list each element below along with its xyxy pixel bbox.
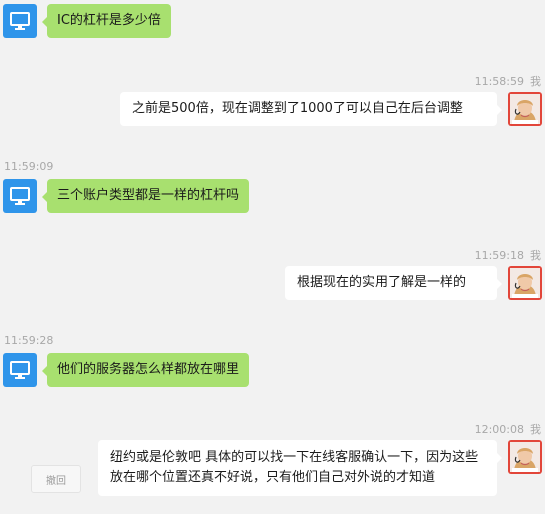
monitor-icon — [10, 12, 30, 30]
message-timestamp: 11:58:59 我 — [475, 73, 541, 89]
recall-button[interactable]: 撤回 — [31, 465, 81, 493]
message-text: IC的杠杆是多少倍 — [57, 13, 161, 28]
message-timestamp: 11:59:18 我 — [475, 247, 541, 263]
message-bubble-user[interactable]: 纽约或是伦敦吧 具体的可以找一下在线客服确认一下，因为这些放在哪个位置还真不好说… — [98, 440, 502, 496]
monitor-icon — [10, 361, 30, 379]
sender-name: 我 — [530, 423, 541, 436]
message-bubble-contact[interactable]: 他们的服务器怎么样都放在哪里 — [41, 353, 250, 387]
person-photo-icon — [508, 92, 542, 126]
message-bubble-user[interactable]: 之前是500倍，现在调整到了1000了可以自己在后台调整 — [120, 92, 502, 126]
monitor-icon — [10, 187, 30, 205]
message-text: 之前是500倍，现在调整到了1000了可以自己在后台调整 — [132, 101, 463, 116]
message-bubble-contact[interactable]: IC的杠杆是多少倍 — [42, 4, 171, 38]
message-text: 纽约或是伦敦吧 具体的可以找一下在线客服确认一下，因为这些放在哪个位置还真不好说… — [110, 450, 479, 485]
sender-name: 我 — [530, 75, 541, 88]
timestamp-time: 11:59:18 — [474, 249, 524, 262]
contact-avatar[interactable] — [3, 179, 37, 213]
timestamp-time: 12:00:08 — [474, 423, 524, 436]
user-avatar[interactable] — [508, 92, 542, 126]
message-text: 他们的服务器怎么样都放在哪里 — [57, 362, 240, 377]
sender-name: 我 — [530, 249, 541, 262]
person-photo-icon — [508, 266, 542, 300]
user-avatar[interactable] — [508, 266, 542, 300]
contact-avatar[interactable] — [3, 353, 37, 387]
timestamp-time: 11:58:59 — [474, 75, 524, 88]
contact-avatar[interactable] — [3, 4, 37, 38]
message-bubble-user[interactable]: 根据现在的实用了解是一样的 — [285, 266, 502, 300]
person-photo-icon — [508, 440, 542, 474]
message-timestamp: 11:59:09 — [4, 160, 54, 173]
message-timestamp: 11:59:28 — [4, 334, 54, 347]
message-text: 根据现在的实用了解是一样的 — [297, 275, 467, 290]
message-bubble-contact[interactable]: 三个账户类型都是一样的杠杆吗 — [41, 179, 250, 213]
message-text: 三个账户类型都是一样的杠杆吗 — [57, 188, 240, 203]
message-timestamp: 12:00:08 我 — [475, 421, 541, 437]
chat-window: IC的杠杆是多少倍 11:58:59 我 之前是500倍，现在调整到了1000了可… — [0, 0, 545, 514]
user-avatar[interactable] — [508, 440, 542, 474]
